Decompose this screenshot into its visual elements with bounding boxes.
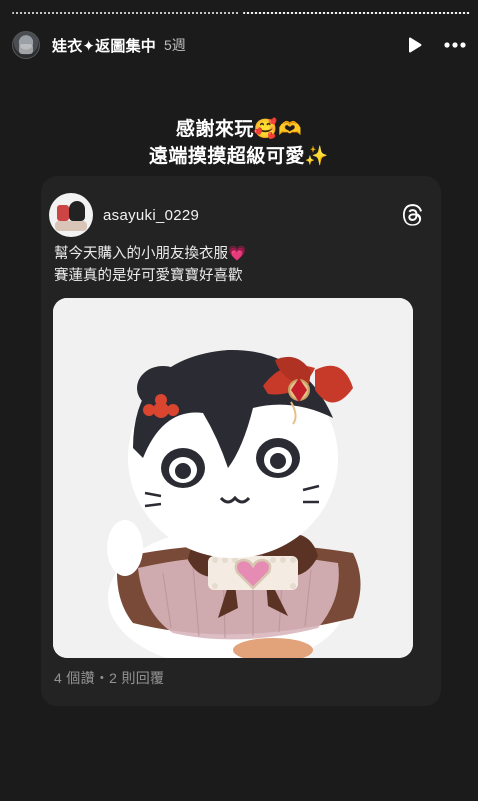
- play-icon[interactable]: [408, 37, 422, 53]
- post-stats: 4 個讚・2 則回覆: [54, 670, 165, 686]
- post-text-line-1: 幫今天購入的小朋友換衣服💗: [54, 246, 247, 262]
- post-text-line-2: 賽蓮真的是好可愛寶寶好喜歡: [54, 268, 243, 284]
- story-progress-bar: [12, 12, 470, 15]
- header-actions: [408, 37, 466, 53]
- story-username[interactable]: 娃衣✦返圖集中: [52, 35, 156, 56]
- story-timestamp: 5週: [163, 37, 186, 53]
- progress-segment-1: [12, 12, 239, 14]
- plush-doll-photo[interactable]: [53, 298, 413, 658]
- progress-segment-2: [243, 12, 470, 14]
- story-viewer[interactable]: 娃衣✦返圖集中 5週 感謝來玩🥰🫶 遠端摸摸超級可愛✨ asayuki_0229: [0, 0, 478, 801]
- story-caption: 感謝來玩🥰🫶 遠端摸摸超級可愛✨: [0, 116, 478, 170]
- plush-doll-illustration: [53, 298, 413, 658]
- post-header: asayuki_0229: [49, 193, 429, 237]
- caption-line-1: 感謝來玩🥰🫶: [175, 119, 303, 140]
- threads-logo-icon: [402, 204, 422, 226]
- more-horizontal-icon[interactable]: [444, 41, 466, 49]
- avatar[interactable]: [12, 31, 40, 59]
- story-header: 娃衣✦返圖集中 5週: [12, 28, 466, 62]
- caption-line-2: 遠端摸摸超級可愛✨: [148, 146, 330, 167]
- post-username[interactable]: asayuki_0229: [103, 207, 199, 224]
- post-avatar[interactable]: [49, 193, 93, 237]
- post-text: 幫今天購入的小朋友換衣服💗 賽蓮真的是好可愛寶寶好喜歡: [54, 243, 424, 287]
- shared-post-card[interactable]: asayuki_0229 幫今天購入的小朋友換衣服💗 賽蓮真的是好可愛寶寶好喜歡: [41, 176, 441, 706]
